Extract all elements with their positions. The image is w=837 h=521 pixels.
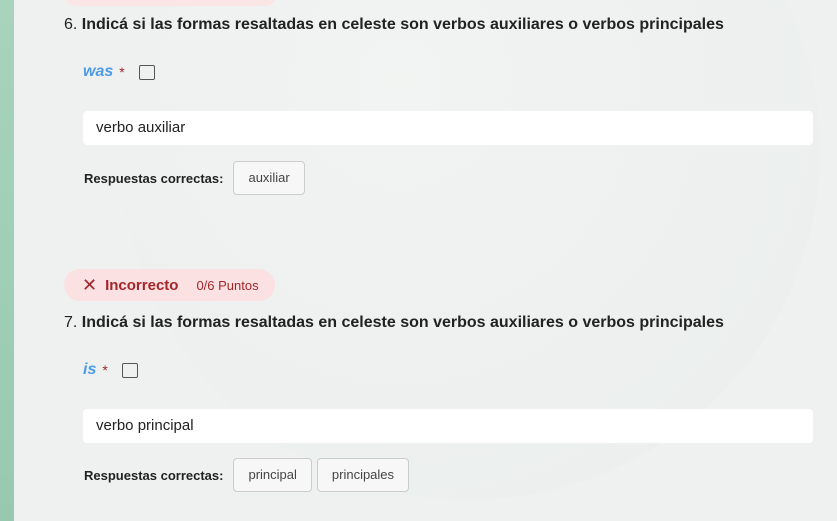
previous-status-badge (64, 0, 278, 6)
highlighted-word: is (83, 361, 97, 378)
question-6-answer-field[interactable]: verbo auxiliar (83, 111, 813, 145)
highlighted-word: was (83, 63, 114, 80)
question-text: Indicá si las formas resaltadas en celes… (81, 16, 724, 33)
status-text: Incorrecto (105, 276, 179, 294)
points-text: 0/6 Puntos (196, 277, 259, 293)
question-6-title: 6. Indicá si las formas resaltadas en ce… (64, 16, 724, 34)
question-7-word: is * (83, 361, 138, 379)
left-accent-strip (0, 0, 14, 521)
question-number: 6. (64, 16, 78, 33)
question-7-title: 7. Indicá si las formas resaltadas en ce… (64, 314, 724, 332)
question-7-answer-field[interactable]: verbo principal (83, 409, 813, 443)
status-badge: ✕ Incorrecto 0/6 Puntos (64, 269, 275, 301)
immersive-reader-icon[interactable] (138, 64, 155, 80)
close-x-icon: ✕ (82, 274, 98, 295)
correct-answer-chip: principales (316, 458, 410, 492)
correct-answer-chip: principal (233, 458, 312, 492)
correct-answer-chip: auxiliar (233, 161, 305, 195)
required-marker: * (119, 64, 125, 80)
question-text: Indicá si las formas resaltadas en celes… (81, 314, 724, 331)
required-marker: * (102, 362, 108, 378)
question-number: 7. (64, 314, 78, 331)
immersive-reader-icon[interactable] (121, 362, 138, 378)
question-6-word: was * (83, 63, 155, 81)
question-6-correct-answers: Respuestas correctas: auxiliar (84, 161, 305, 195)
correct-answers-label: Respuestas correctas: (84, 170, 224, 186)
question-7-correct-answers: Respuestas correctas: principal principale… (84, 458, 410, 492)
correct-answers-label: Respuestas correctas: (84, 467, 224, 483)
